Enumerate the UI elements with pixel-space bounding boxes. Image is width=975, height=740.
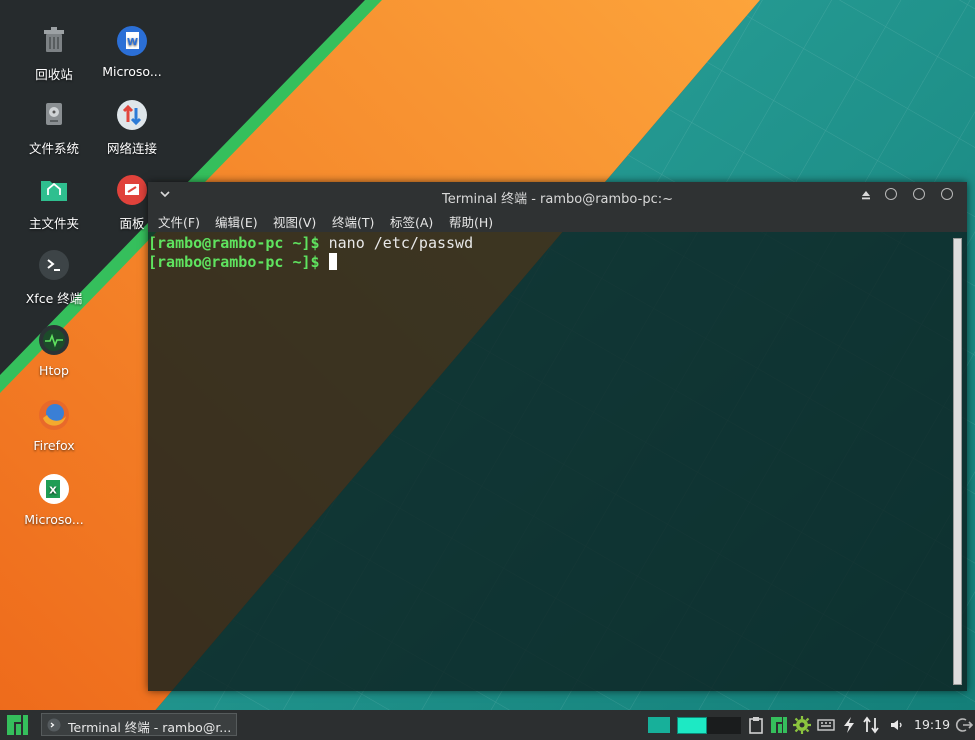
menu-edit[interactable]: 编辑(E) [215,212,258,231]
panel-icon [117,175,147,205]
manjaro-menu-icon[interactable] [5,713,29,737]
clipboard-icon[interactable] [747,716,765,734]
svg-text:X: X [49,486,57,497]
terminal-line: [rambo@rambo-pc ~]$ nano /etc/passwd [148,234,473,252]
desktop-icon-label: 文件系统 [28,141,79,156]
workspace-3[interactable] [707,717,741,734]
power-icon[interactable] [840,716,858,734]
menu-tabs[interactable]: 标签(A) [390,212,433,231]
desktop-icon-network[interactable]: 网络连接 [93,98,171,157]
trash-icon [44,27,64,52]
desktop-icon-label: 网络连接 [106,141,157,156]
terminal-output[interactable]: [rambo@rambo-pc ~]$ nano /etc/passwd [ra… [148,232,948,691]
menu-file[interactable]: 文件(F) [158,212,200,231]
shade-button[interactable] [885,188,897,200]
terminal-menubar: 文件(F) 编辑(E) 视图(V) 终端(T) 标签(A) 帮助(H) [148,209,967,232]
taskbar-item-terminal[interactable]: Terminal 终端 - rambo@r... [41,713,237,736]
word-doc-icon: W [117,26,147,56]
desktop-icon-filesystem[interactable]: 文件系统 [15,98,93,157]
menu-view[interactable]: 视图(V) [273,212,316,231]
shell-command [320,253,329,271]
shell-prompt: [rambo@rambo-pc ~]$ [148,253,320,271]
terminal-icon [47,718,61,732]
desktop-icon-htop[interactable]: Htop [15,323,93,378]
menu-terminal[interactable]: 终端(T) [332,212,374,231]
desktop-icon-label: Xfce 终端 [25,291,83,306]
logout-icon[interactable] [955,716,973,734]
desktop-icon-label: Firefox [33,438,75,453]
home-folder-icon [41,181,67,201]
desktop-icon-home[interactable]: 主文件夹 [15,173,93,232]
desktop-icon-label: Htop [39,363,69,378]
terminal-scrollbar[interactable] [953,238,962,685]
close-button[interactable] [941,188,953,200]
workspace-1[interactable] [648,717,670,733]
volume-icon[interactable] [888,716,906,734]
maximize-button[interactable] [913,188,925,200]
htop-icon [39,325,69,355]
desktop-icon-trash[interactable]: 回收站 [15,24,93,83]
window-titlebar[interactable]: Terminal 终端 - rambo@rambo-pc:~ [148,182,967,209]
text-cursor [328,253,337,270]
window-title: Terminal 终端 - rambo@rambo-pc:~ [442,192,673,207]
network-transfer-icon[interactable] [862,716,880,734]
taskbar-item-label: Terminal 终端 - rambo@r... [68,720,232,735]
workspace-2[interactable] [677,717,707,734]
desktop-icon-label: Microso... [24,512,84,527]
keyboard-icon[interactable] [817,716,835,734]
desktop-icon-excel[interactable]: X Microso... [15,472,93,527]
filesystem-icon [46,103,62,125]
shell-prompt: [rambo@rambo-pc ~]$ [148,234,320,252]
terminal-window[interactable]: Terminal 终端 - rambo@rambo-pc:~ 文件(F) 编辑(… [148,182,967,691]
excel-icon: X [39,474,69,504]
terminal-line: [rambo@rambo-pc ~]$ [148,253,337,271]
desktop-icon-label: 回收站 [35,67,73,82]
firefox-icon [39,400,69,430]
update-gear-icon[interactable] [793,716,811,734]
taskbar: Terminal 终端 - rambo@r... 19:19 [0,710,975,740]
clock[interactable]: 19:19 [914,717,950,732]
shell-command: nano /etc/passwd [319,234,474,252]
desktop-icon-terminal[interactable]: Xfce 终端 [15,248,93,307]
menu-help[interactable]: 帮助(H) [449,212,493,231]
terminal-icon [39,250,69,280]
manjaro-tray-icon[interactable] [770,716,788,734]
keep-above-icon[interactable] [861,190,871,200]
desktop-icon-word[interactable]: W Microso... [93,24,171,79]
svg-text:W: W [127,37,138,48]
network-icon [117,100,147,130]
desktop-icon-firefox[interactable]: Firefox [15,398,93,453]
desktop-icon-label: Microso... [102,64,162,79]
window-menu-chevron-icon[interactable] [160,187,170,201]
desktop-icon-label: 主文件夹 [28,216,79,231]
